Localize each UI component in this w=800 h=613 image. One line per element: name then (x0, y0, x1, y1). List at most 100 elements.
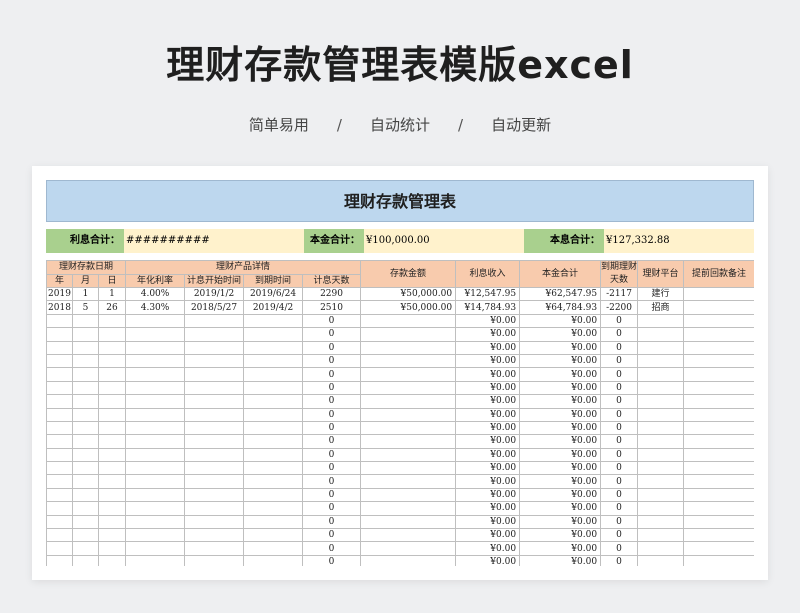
cell-platform[interactable] (637, 474, 685, 489)
cell-platform[interactable] (637, 407, 685, 422)
cell-day[interactable]: 1 (97, 286, 127, 302)
cell-year[interactable] (46, 367, 73, 382)
cell-rate[interactable]: 4.30% (125, 300, 186, 315)
cell-rate[interactable] (125, 327, 186, 342)
cell-interest[interactable]: ¥0.00 (455, 447, 521, 463)
cell-note[interactable] (683, 407, 754, 422)
cell-month[interactable]: 1 (72, 286, 99, 302)
cell-month[interactable]: 5 (72, 300, 99, 315)
cell-platform[interactable] (637, 340, 685, 355)
cell-deposit[interactable] (360, 407, 457, 422)
cell-start-date[interactable] (184, 367, 245, 382)
cell-days[interactable]: 0 (302, 528, 362, 543)
cell-note[interactable] (683, 447, 754, 463)
cell-month[interactable] (72, 340, 99, 355)
grand-total-value[interactable]: ¥127,332.88 (604, 229, 754, 253)
cell-total[interactable]: ¥0.00 (519, 474, 602, 489)
cell-platform[interactable]: 建行 (637, 286, 685, 302)
cell-day[interactable] (97, 541, 127, 556)
cell-day[interactable] (97, 447, 127, 463)
cell-month[interactable] (72, 327, 99, 342)
cell-platform[interactable] (637, 447, 685, 463)
cell-rate[interactable] (125, 434, 186, 449)
cell-total[interactable]: ¥0.00 (519, 528, 602, 543)
header-interest[interactable]: 利息收入 (455, 260, 521, 288)
cell-month[interactable] (72, 434, 99, 449)
cell-note[interactable] (683, 528, 754, 543)
cell-days[interactable]: 0 (302, 541, 362, 556)
cell-rate[interactable] (125, 313, 186, 329)
cell-days[interactable]: 0 (302, 461, 362, 476)
cell-deposit[interactable] (360, 353, 457, 369)
cell-end-date[interactable] (243, 487, 304, 503)
cell-deposit[interactable]: ¥50,000.00 (360, 286, 457, 302)
cell-rate[interactable] (125, 528, 186, 543)
cell-start-date[interactable] (184, 340, 245, 355)
cell-year[interactable] (46, 327, 73, 342)
cell-year[interactable] (46, 407, 73, 422)
cell-year[interactable] (46, 474, 73, 489)
cell-end-date[interactable] (243, 461, 304, 476)
cell-days[interactable]: 0 (302, 367, 362, 382)
cell-days[interactable]: 0 (302, 501, 362, 516)
cell-end-date[interactable] (243, 447, 304, 463)
cell-start-date[interactable] (184, 434, 245, 449)
cell-interest[interactable]: ¥0.00 (455, 420, 521, 436)
cell-total[interactable]: ¥0.00 (519, 487, 602, 503)
cell-total[interactable]: ¥0.00 (519, 407, 602, 422)
header-note[interactable]: 提前回款备注 (683, 260, 754, 288)
cell-rate[interactable] (125, 407, 186, 422)
cell-rate[interactable] (125, 541, 186, 556)
cell-remaining-days[interactable]: 0 (600, 461, 639, 476)
cell-days[interactable]: 0 (302, 340, 362, 355)
cell-platform[interactable] (637, 434, 685, 449)
cell-remaining-days[interactable]: 0 (600, 407, 639, 422)
cell-note[interactable] (683, 420, 754, 436)
cell-year[interactable] (46, 394, 73, 409)
cell-day[interactable] (97, 461, 127, 476)
header-day[interactable]: 日 (97, 273, 127, 288)
cell-end-date[interactable] (243, 394, 304, 409)
cell-days[interactable]: 0 (302, 554, 362, 566)
cell-day[interactable] (97, 501, 127, 516)
cell-days[interactable]: 0 (302, 380, 362, 396)
cell-interest[interactable]: ¥12,547.95 (455, 286, 521, 302)
cell-remaining-days[interactable]: -2117 (600, 286, 639, 302)
cell-day[interactable]: 26 (97, 300, 127, 315)
cell-deposit[interactable] (360, 447, 457, 463)
cell-remaining-days[interactable]: 0 (600, 327, 639, 342)
cell-deposit[interactable] (360, 394, 457, 409)
cell-days[interactable]: 0 (302, 487, 362, 503)
cell-total[interactable]: ¥0.00 (519, 447, 602, 463)
cell-total[interactable]: ¥0.00 (519, 380, 602, 396)
cell-end-date[interactable] (243, 313, 304, 329)
cell-days[interactable]: 0 (302, 327, 362, 342)
cell-end-date[interactable] (243, 340, 304, 355)
cell-interest[interactable]: ¥0.00 (455, 487, 521, 503)
cell-interest[interactable]: ¥0.00 (455, 541, 521, 556)
cell-month[interactable] (72, 461, 99, 476)
cell-platform[interactable] (637, 501, 685, 516)
cell-year[interactable]: 2018 (46, 300, 73, 315)
cell-rate[interactable] (125, 367, 186, 382)
cell-days[interactable]: 0 (302, 313, 362, 329)
cell-day[interactable] (97, 340, 127, 355)
cell-deposit[interactable] (360, 420, 457, 436)
cell-platform[interactable] (637, 528, 685, 543)
cell-month[interactable] (72, 367, 99, 382)
cell-platform[interactable] (637, 313, 685, 329)
cell-deposit[interactable] (360, 367, 457, 382)
cell-deposit[interactable] (360, 313, 457, 329)
cell-remaining-days[interactable]: 0 (600, 420, 639, 436)
cell-platform[interactable] (637, 541, 685, 556)
cell-platform[interactable] (637, 380, 685, 396)
cell-rate[interactable] (125, 420, 186, 436)
cell-interest[interactable]: ¥0.00 (455, 327, 521, 342)
cell-deposit[interactable] (360, 474, 457, 489)
cell-total[interactable]: ¥0.00 (519, 313, 602, 329)
cell-end-date[interactable] (243, 528, 304, 543)
cell-deposit[interactable] (360, 340, 457, 355)
cell-interest[interactable]: ¥0.00 (455, 514, 521, 530)
cell-interest[interactable]: ¥0.00 (455, 461, 521, 476)
cell-note[interactable] (683, 501, 754, 516)
